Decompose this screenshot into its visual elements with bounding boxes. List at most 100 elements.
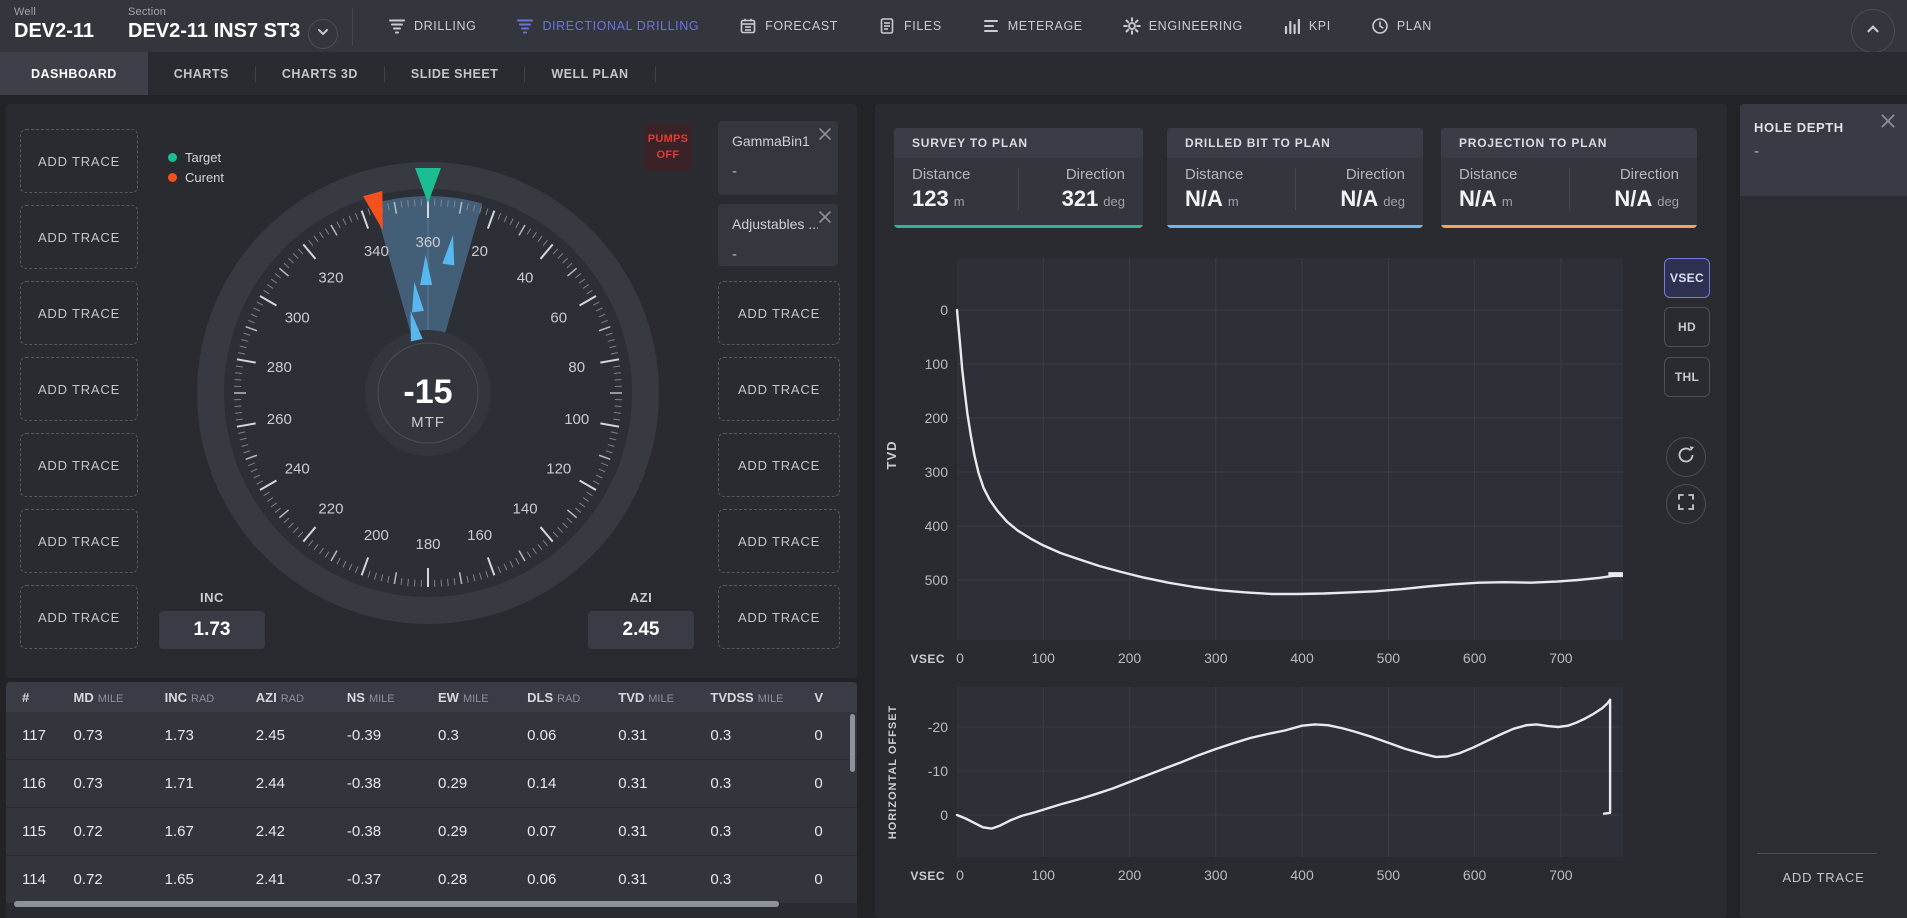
distance-value: N/Am bbox=[1185, 186, 1277, 212]
table-cell: 0.06 bbox=[527, 871, 618, 888]
survey-table-header: #MDMILEINCRADAZIRADNSMILEEWMILEDLSRADTVD… bbox=[6, 682, 857, 712]
svg-text:60: 60 bbox=[550, 310, 567, 327]
well-value: DEV2-11 bbox=[14, 20, 94, 43]
svg-text:40: 40 bbox=[517, 269, 534, 286]
nav-item-files[interactable]: FILES bbox=[878, 17, 942, 35]
mtf-label: MTF bbox=[411, 414, 445, 431]
nav-item-meterage[interactable]: METERAGE bbox=[982, 17, 1083, 35]
trace-card-value: - bbox=[732, 163, 838, 180]
tab-well-plan[interactable]: WELL PLAN bbox=[525, 52, 654, 95]
meterage-icon bbox=[982, 17, 1000, 35]
clock-icon bbox=[1371, 17, 1389, 35]
direction-readout: DirectionN/Adeg bbox=[1570, 166, 1698, 212]
direction-readout: Direction 321deg bbox=[1019, 166, 1143, 212]
section-selector[interactable] bbox=[308, 19, 338, 49]
close-icon[interactable] bbox=[817, 209, 833, 230]
add-trace-button[interactable]: ADD TRACE bbox=[20, 205, 138, 269]
svg-text:100: 100 bbox=[1032, 867, 1056, 883]
mode-button-vsec[interactable]: VSEC bbox=[1664, 258, 1710, 298]
mtf-compass-dial: 2040608010012014016018020022024026028030… bbox=[193, 158, 663, 628]
svg-text:VSEC: VSEC bbox=[910, 652, 945, 666]
plan-card-projection: PROJECTION TO PLANDistanceN/AmDirectionN… bbox=[1441, 128, 1697, 228]
mode-button-thl[interactable]: THL bbox=[1664, 357, 1710, 397]
trace-card-title: Adjustables ... bbox=[732, 216, 818, 232]
add-trace-button[interactable]: ADD TRACE bbox=[718, 433, 840, 497]
tab-slide-sheet[interactable]: SLIDE SHEET bbox=[385, 52, 524, 95]
vertical-scrollbar[interactable] bbox=[850, 714, 855, 772]
table-cell: 1.67 bbox=[165, 823, 256, 840]
add-trace-button[interactable]: ADD TRACE bbox=[20, 281, 138, 345]
file-icon bbox=[878, 17, 896, 35]
section-value: DEV2-11 INS7 ST3 bbox=[128, 20, 300, 43]
azi-readout: 2.45 bbox=[588, 611, 694, 649]
chevron-up-icon bbox=[1864, 20, 1882, 43]
column-header-inc: INCRAD bbox=[165, 690, 256, 705]
nav-item-engineering[interactable]: ENGINEERING bbox=[1123, 17, 1243, 35]
tab-dashboard[interactable]: DASHBOARD bbox=[0, 52, 148, 95]
well-block: Well DEV2-11 bbox=[14, 6, 94, 43]
table-cell: 0.31 bbox=[618, 727, 710, 744]
nav-item-plan[interactable]: PLAN bbox=[1371, 17, 1432, 35]
tab-charts[interactable]: CHARTS bbox=[148, 52, 255, 95]
add-trace-button[interactable]: ADD TRACE bbox=[718, 585, 840, 649]
add-trace-bottom-button[interactable]: ADD TRACE bbox=[1740, 870, 1907, 885]
nav-item-drilling[interactable]: DRILLING bbox=[388, 17, 476, 35]
azi-label: AZI bbox=[588, 590, 694, 605]
distance-label: Distance bbox=[1459, 166, 1551, 183]
table-cell: 0.31 bbox=[618, 775, 710, 792]
table-row[interactable]: 1170.731.732.45-0.390.30.060.310.30 bbox=[6, 712, 857, 760]
add-trace-button[interactable]: ADD TRACE bbox=[718, 281, 840, 345]
drilling-icon bbox=[388, 17, 406, 35]
table-row[interactable]: 1160.731.712.44-0.380.290.140.310.30 bbox=[6, 760, 857, 808]
add-trace-button[interactable]: ADD TRACE bbox=[718, 509, 840, 573]
horizontal-scrollbar[interactable] bbox=[14, 901, 779, 907]
table-row[interactable]: 1140.721.652.41-0.370.280.060.310.30 bbox=[6, 856, 857, 904]
divider bbox=[1757, 853, 1877, 854]
distance-value: 123m bbox=[912, 186, 1000, 212]
mode-button-hd[interactable]: HD bbox=[1664, 307, 1710, 347]
svg-text:200: 200 bbox=[925, 410, 949, 426]
direction-value: 321deg bbox=[1037, 186, 1125, 212]
close-icon[interactable] bbox=[1879, 112, 1897, 135]
azi-value: 2.45 bbox=[623, 619, 660, 641]
add-trace-button[interactable]: ADD TRACE bbox=[20, 585, 138, 649]
top-nav: Well DEV2-11 Section DEV2-11 INS7 ST3 DR… bbox=[0, 0, 1907, 52]
table-row[interactable]: 1150.721.672.42-0.380.290.070.310.30 bbox=[6, 808, 857, 856]
table-cell: -0.38 bbox=[347, 823, 438, 840]
add-trace-button[interactable]: ADD TRACE bbox=[20, 129, 138, 193]
nav-item-forecast[interactable]: FORECAST bbox=[739, 17, 838, 35]
table-cell: -0.37 bbox=[347, 871, 438, 888]
tab-label: CHARTS bbox=[174, 67, 229, 81]
table-cell: 0.31 bbox=[618, 871, 710, 888]
svg-text:260: 260 bbox=[267, 411, 292, 428]
accent-underline bbox=[894, 225, 1143, 228]
collapse-button[interactable] bbox=[1851, 9, 1895, 53]
nav-item-kpi[interactable]: KPI bbox=[1283, 17, 1331, 35]
tab-charts-3d[interactable]: CHARTS 3D bbox=[256, 52, 384, 95]
svg-text:100: 100 bbox=[1032, 650, 1056, 666]
refresh-button[interactable] bbox=[1666, 437, 1706, 477]
add-trace-button[interactable]: ADD TRACE bbox=[20, 357, 138, 421]
add-trace-button[interactable]: ADD TRACE bbox=[20, 433, 138, 497]
svg-text:500: 500 bbox=[1377, 867, 1401, 883]
add-trace-button[interactable]: ADD TRACE bbox=[20, 509, 138, 573]
svg-text:700: 700 bbox=[1549, 867, 1573, 883]
direction-readout: DirectionN/Adeg bbox=[1296, 166, 1424, 212]
close-icon[interactable] bbox=[817, 126, 833, 147]
table-cell: 0.3 bbox=[710, 823, 814, 840]
svg-text:400: 400 bbox=[925, 518, 949, 534]
direction-label: Direction bbox=[1037, 166, 1125, 183]
table-cell: 0.3 bbox=[710, 871, 814, 888]
plan-card-title: PROJECTION TO PLAN bbox=[1441, 128, 1697, 158]
svg-text:340: 340 bbox=[364, 243, 389, 260]
tab-label: CHARTS 3D bbox=[282, 67, 358, 81]
fullscreen-button[interactable] bbox=[1666, 484, 1706, 524]
svg-text:200: 200 bbox=[364, 527, 389, 544]
svg-text:300: 300 bbox=[285, 310, 310, 327]
column-header-azi: AZIRAD bbox=[256, 690, 347, 705]
calendar-icon bbox=[739, 17, 757, 35]
nav-item-directional-drilling[interactable]: DIRECTIONAL DRILLING bbox=[516, 17, 699, 35]
inc-value: 1.73 bbox=[194, 619, 231, 641]
add-trace-button[interactable]: ADD TRACE bbox=[718, 357, 840, 421]
svg-text:300: 300 bbox=[1204, 650, 1228, 666]
